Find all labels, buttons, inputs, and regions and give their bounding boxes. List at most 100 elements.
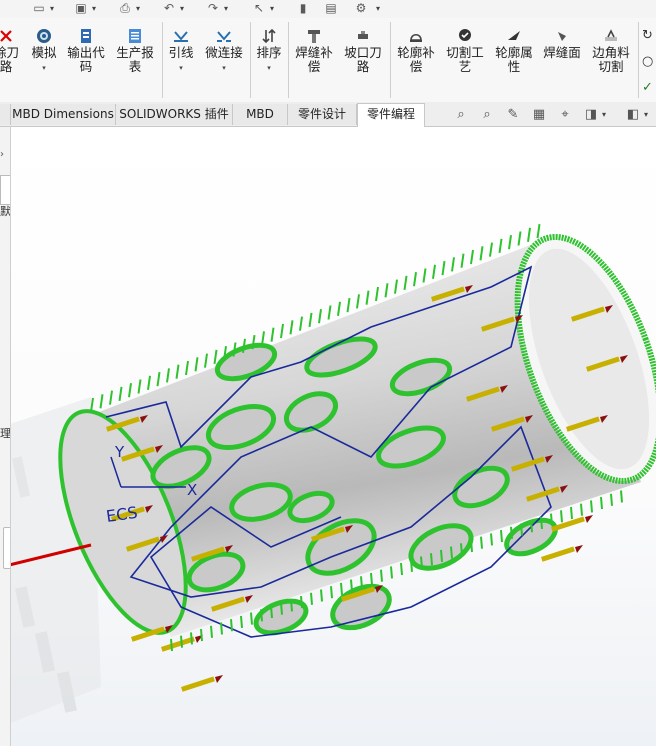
sort-button[interactable]: 排序 ▾ [252,18,286,102]
tab-mbd[interactable]: MBD [233,104,288,125]
zoom-to-fit-icon[interactable]: ⌕ [452,106,470,124]
chevron-down-icon[interactable]: ▾ [136,1,140,16]
print-icon[interactable]: ⎙ [116,1,134,16]
toolpath-hatch [570,506,573,520]
toolpath-hatch [370,572,373,586]
toolpath-hatch [560,510,563,523]
lead-line-button[interactable]: 引线 ▾ [164,18,198,102]
lead-arrow [215,675,223,683]
panel-text: 理, [0,427,11,440]
new-file-icon[interactable]: ▭ [30,1,48,16]
toolpath-hatch [290,599,293,612]
chevron-down-icon[interactable]: ▾ [50,1,54,16]
dynamic-annotation-icon[interactable]: ⌖ [556,106,574,124]
toolpath-hatch [520,523,523,536]
production-report-button[interactable]: 生产报表 [112,18,158,102]
toolpath-hatch [508,235,512,250]
toolpath-hatch [536,223,541,239]
file-properties-icon[interactable]: ▤ [322,1,340,16]
delete-toolpath-button[interactable]: 除刀路 [0,18,19,102]
toolpath-hatch [109,390,113,405]
ribbon-label: 轮廓属性 [495,45,533,74]
refresh-icon[interactable]: ↻ [642,28,653,43]
toolpath-hatch [441,260,446,276]
previous-view-icon[interactable]: ✎ [504,106,522,124]
circle-icon[interactable]: ○ [642,54,653,69]
lead-line-icon [174,31,188,42]
chevron-down-icon[interactable]: ▾ [376,1,380,16]
section-view-icon[interactable]: ▦ [530,106,548,124]
chevron-down-icon[interactable]: ▾ [252,64,286,72]
toolpath-hatch [147,375,151,390]
zoom-to-area-icon[interactable]: ⌕ [478,106,496,124]
toolpath-hatch [210,625,213,638]
contour-properties-button[interactable]: 轮廓属性 [492,18,536,102]
toolpath-hatch [308,312,313,328]
toolpath-hatch [489,242,493,257]
toolpath-hatch [270,605,273,619]
micro-joint-button[interactable]: 微连接 ▾ [202,18,246,102]
toolpath-hatch [430,553,433,566]
toolpath-hatch [440,549,443,562]
contour-compensation-button[interactable]: 轮廓补偿 [394,18,438,102]
toolpath-hatch [590,500,593,513]
toolpath-hatch [360,576,363,589]
tab-part-programming[interactable]: 零件编程 [357,103,425,127]
toolpath-hatch [240,615,243,628]
chevron-down-icon[interactable]: ▾ [224,1,228,16]
toolpath-hatch [337,301,341,316]
toolpath-hatch [356,294,360,309]
display-style-icon[interactable]: ◧ [624,106,642,124]
toolpath-hatch [380,569,383,582]
cutting-process-button[interactable]: 切割工艺 [442,18,488,102]
view-orientation-icon[interactable]: ◨ [582,106,600,124]
chevron-down-icon[interactable]: ▾ [202,64,246,72]
output-code-icon [81,29,91,43]
ribbon-label: 轮廓补偿 [397,45,435,74]
report-icon [129,29,141,43]
chevron-right-icon[interactable]: › [0,149,4,160]
weld-compensation-button[interactable]: 焊缝补偿 [292,18,336,102]
toolpath-hatch [420,556,423,569]
tab-hidden[interactable] [0,104,11,125]
panel-field[interactable] [0,175,10,205]
simulate-button[interactable]: 模拟 ▾ [26,18,62,102]
toolpath-hatch [540,516,543,529]
undo-icon[interactable]: ↶ [160,1,178,16]
toolpath-hatch [320,589,323,602]
chevron-down-icon[interactable]: ▾ [270,1,274,16]
3d-model-view[interactable]: Y X ECS [11,127,656,746]
output-code-button[interactable]: 输出代码 [64,18,108,102]
chevron-down-icon[interactable]: ▾ [26,64,62,72]
tab-solidworks-addins[interactable]: SOLIDWORKS 插件 [116,104,233,125]
ribbon-label: 边角料 切割 [592,45,630,74]
chevron-down-icon[interactable]: ▾ [164,64,198,72]
chevron-down-icon[interactable]: ▾ [92,1,96,16]
scrap-cut-button[interactable]: 边角料 切割 [588,18,634,102]
check-icon[interactable]: ✓ [642,80,653,95]
toolpath-hatch [156,371,161,387]
ribbon-separator [288,22,289,98]
toolpath-hatch [460,543,463,556]
toolpath-hatch [213,349,218,365]
bevel-toolpath-button[interactable]: 坡口刀路 [340,18,386,102]
weld-face-button[interactable]: 焊缝面 [540,18,584,102]
gear-icon[interactable]: ⚙ [352,1,370,16]
toolpath-hatch [118,386,123,402]
chevron-down-icon[interactable]: ▾ [602,110,606,119]
redo-icon[interactable]: ↷ [204,1,222,16]
select-cursor-icon[interactable]: ↖ [250,1,268,16]
toolpath-hatch [460,253,465,268]
chevron-down-icon[interactable]: ▾ [644,110,648,119]
toolpath-hatch [422,268,427,283]
rebuild-icon[interactable]: ▮ [294,1,312,16]
toolpath-hatch [450,546,453,559]
toolpath-hatch [480,536,483,549]
tab-mbd-dimensions[interactable]: MBD Dimensions [11,104,116,125]
save-icon[interactable]: ▣ [72,1,90,16]
graphics-viewport[interactable]: Y X ECS [11,127,656,746]
bevel-toolpath-icon [358,31,368,39]
chevron-down-icon[interactable]: ▾ [180,1,184,16]
panel-splitter-handle[interactable] [3,527,10,569]
tab-part-design[interactable]: 零件设计 [288,104,357,125]
